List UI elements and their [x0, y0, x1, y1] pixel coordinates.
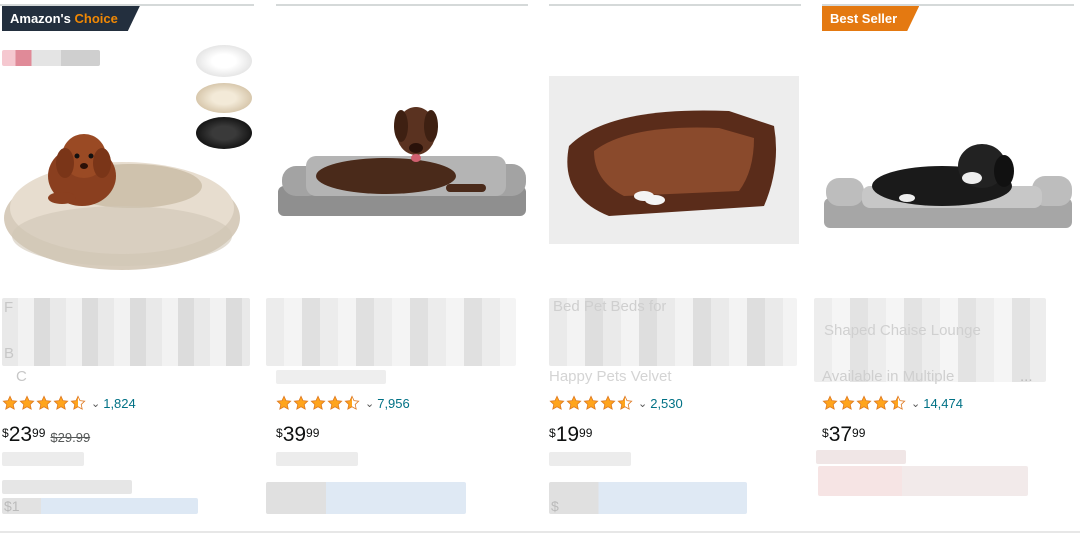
shipping-fragment: $1 — [4, 498, 20, 514]
card-top-divider — [822, 4, 1074, 6]
price: $23 99 $29.99 — [2, 424, 90, 446]
rating-chevron-icon[interactable]: ⌄ — [911, 397, 920, 410]
title-fragment-1: F — [4, 299, 14, 316]
rating-chevron-icon[interactable]: ⌄ — [365, 397, 374, 410]
rating-row[interactable]: ⌄ 2,530 — [549, 394, 683, 412]
product-image-sofa-bed[interactable] — [276, 36, 526, 286]
rating-row[interactable]: ⌄ 14,474 — [822, 394, 963, 412]
star-rating — [549, 395, 634, 411]
card-top-divider — [549, 4, 801, 6]
blurred-promo-line — [818, 466, 1028, 496]
title-ellipsis: ... — [1020, 368, 1033, 385]
blurred-delivery-line — [2, 452, 84, 466]
price-whole: 23 — [8, 423, 33, 446]
card-top-divider — [0, 4, 254, 6]
price-whole: 19 — [555, 423, 580, 446]
price-fraction: 99 — [306, 426, 320, 440]
product-card-1[interactable]: Amazon's Choice F B C ⌄ 1,824 $ 23 99 $2… — [0, 0, 254, 534]
rating-chevron-icon[interactable]: ⌄ — [638, 397, 647, 410]
badge-label: Amazon's — [10, 11, 75, 26]
star-rating — [2, 395, 87, 411]
product-image-rectangular-bed[interactable] — [549, 76, 799, 244]
price-fraction: 99 — [32, 426, 46, 440]
rating-row[interactable]: ⌄ 7,956 — [276, 394, 410, 412]
title-fragment-1: Bed Pet Beds for — [553, 298, 667, 315]
rating-count-link[interactable]: 2,530 — [650, 396, 683, 411]
blurred-offer-link — [266, 482, 466, 514]
blurred-delivery-line — [549, 452, 631, 466]
price: $39 99 — [276, 424, 319, 446]
product-card-2[interactable]: ⌄ 7,956 $39 99 — [266, 0, 528, 534]
rating-count-link[interactable]: 1,824 — [103, 396, 136, 411]
price-fraction: 99 — [852, 426, 866, 440]
blurred-shipping-line — [2, 480, 132, 494]
shipping-fragment: $ — [551, 498, 559, 514]
blurred-delivery-line — [276, 452, 358, 466]
price-currency: $ — [276, 426, 283, 440]
title-fragment-4: Happy Pets Velvet — [549, 368, 672, 385]
title-fragment-4: Available in Multiple — [822, 368, 955, 385]
product-card-4[interactable]: Best Seller Shaped Chaise Lounge Availab… — [814, 0, 1074, 534]
blurred-title-line4 — [276, 370, 386, 384]
price-fraction: 99 — [579, 426, 593, 440]
blurred-delivery-line — [816, 450, 906, 464]
card-top-divider — [276, 4, 528, 6]
price-currency: $ — [549, 426, 556, 440]
product-card-3[interactable]: Bed Pet Beds for Happy Pets Velvet ⌄ 2,5… — [549, 0, 801, 534]
price: $37 99 — [822, 424, 865, 446]
title-fragment-2: Shaped Chaise Lounge — [824, 322, 981, 339]
star-rating — [276, 395, 361, 411]
rating-row[interactable]: ⌄ 1,824 — [2, 394, 136, 412]
rating-count-link[interactable]: 7,956 — [377, 396, 410, 411]
product-image-chaise-bed[interactable] — [822, 36, 1072, 286]
rating-count-link[interactable]: 14,474 — [923, 396, 963, 411]
star-rating — [822, 395, 907, 411]
title-fragment-3: C — [16, 368, 27, 385]
blurred-title — [266, 298, 516, 366]
bottom-divider — [0, 531, 1080, 533]
price-whole: 39 — [282, 423, 307, 446]
best-seller-badge: Best Seller — [822, 6, 919, 31]
product-image-donut-bed[interactable] — [2, 36, 252, 286]
blurred-offer-link — [549, 482, 747, 514]
badge-label: Best Seller — [830, 11, 898, 26]
blurred-offer-link — [2, 498, 198, 514]
amazons-choice-badge: Amazon's Choice — [2, 6, 140, 31]
price-currency: $ — [822, 426, 829, 440]
title-fragment-2: B — [4, 345, 15, 362]
list-price: $29.99 — [50, 430, 91, 445]
price-currency: $ — [2, 426, 9, 440]
blurred-title — [2, 298, 250, 366]
price-whole: 37 — [828, 423, 853, 446]
rating-chevron-icon[interactable]: ⌄ — [91, 397, 100, 410]
badge-accent-label: Choice — [74, 11, 118, 26]
price: $19 99 — [549, 424, 592, 446]
